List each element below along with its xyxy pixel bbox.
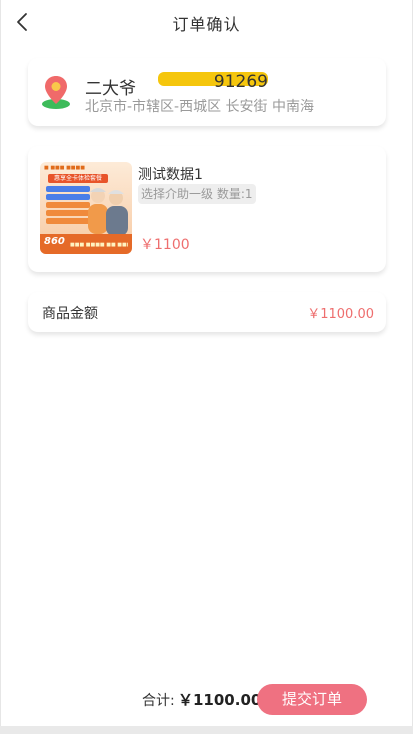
back-button[interactable] — [10, 10, 34, 34]
thumb-price-tag: 860 — [44, 236, 65, 247]
total-label: 合计: — [142, 693, 175, 709]
chevron-left-icon — [17, 13, 27, 31]
total-value: ￥1100.00 — [178, 691, 262, 709]
bottom-bar — [0, 726, 413, 734]
product-price: ￥1100 — [140, 237, 190, 253]
thumb-brand-strip: ■ ■■■ ■■■■ — [44, 165, 85, 171]
frame-border-left — [0, 0, 1, 734]
product-card[interactable]: ■ ■■■ ■■■■ 惠享全卡体检套餐 860 ■■■ ■■■■ ■■ ■■■ … — [28, 146, 386, 272]
goods-amount-label: 商品金额 — [42, 306, 98, 322]
location-pin-icon — [42, 76, 70, 109]
submit-order-button[interactable]: 提交订单 — [257, 684, 367, 715]
elderly-couple-photo — [88, 188, 128, 236]
page-title: 订单确认 — [172, 15, 241, 34]
product-name: 测试数据1 — [138, 167, 203, 183]
recipient-phone: 91269 — [158, 72, 268, 92]
thumb-fine-print: ■■■ ■■■■ ■■ ■■■ — [70, 242, 128, 248]
page-header: 订单确认 — [0, 0, 413, 46]
product-thumbnail[interactable]: ■ ■■■ ■■■■ 惠享全卡体检套餐 860 ■■■ ■■■■ ■■ ■■■ — [40, 162, 132, 254]
address-detail: 北京市-市辖区-西城区 长安街 中南海 — [85, 99, 315, 115]
amount-card: 商品金额 ￥1100.00 — [28, 292, 386, 332]
phone-tail-digits: 91269 — [213, 72, 268, 92]
product-spec-tag: 选择介助一级 数量:1 — [138, 184, 256, 204]
goods-amount-value: ￥1100.00 — [307, 307, 374, 322]
address-card[interactable]: 二大爷 91269 北京市-市辖区-西城区 长安街 中南海 — [28, 58, 386, 126]
